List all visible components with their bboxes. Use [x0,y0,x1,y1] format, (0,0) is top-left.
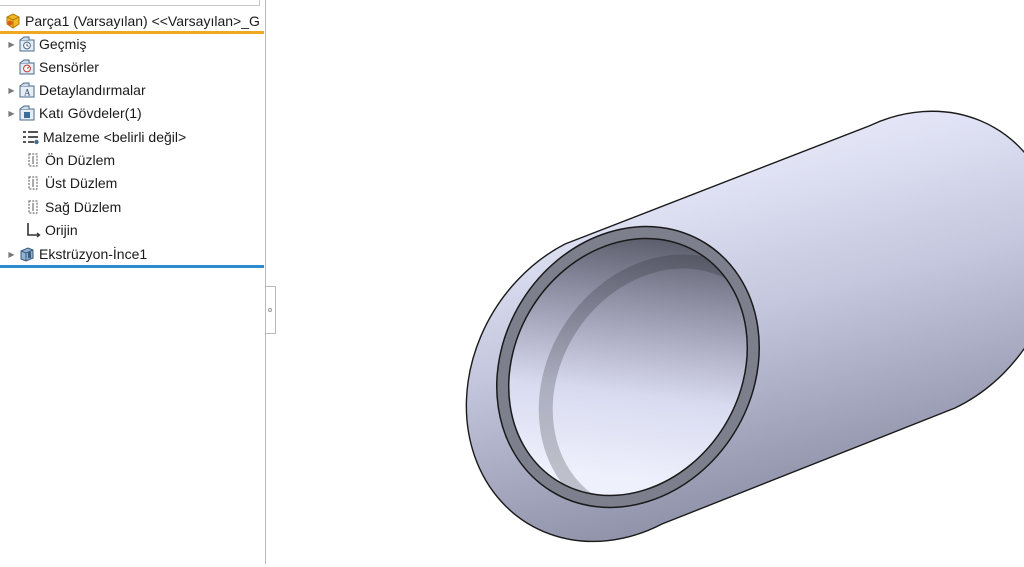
expand-arrow-icon[interactable]: ▶ [5,33,18,55]
tree-item-solid-bodies[interactable]: ▶ Katı Gövdeler(1) [0,102,264,124]
tree-item-label: Katı Gövdeler(1) [39,105,142,121]
tree-item-label: Orijin [45,222,78,238]
plane-icon [24,174,42,192]
svg-text:A: A [24,88,31,98]
feature-manager-tree: Parça1 (Varsayılan) <<Varsayılan>_G ▶ Ge… [0,0,266,564]
tree-item-label: Üst Düzlem [45,175,118,191]
expand-arrow-icon[interactable]: ▶ [5,79,18,101]
tree-item-history[interactable]: ▶ Geçmiş [0,33,264,55]
extrude-feature-icon [18,245,36,263]
tree-item-annotations[interactable]: ▶ A Detaylandırmalar [0,79,264,101]
expand-arrow-icon[interactable]: ▶ [5,243,18,265]
tree-item-front-plane[interactable]: Ön Düzlem [0,149,264,171]
thin-walled-tube-icon [465,110,1024,543]
plane-icon [24,151,42,169]
tree-item-sensors[interactable]: Sensörler [0,56,264,78]
plane-icon [24,198,42,216]
tree-item-top-plane[interactable]: Üst Düzlem [0,172,264,194]
tree-item-right-plane[interactable]: Sağ Düzlem [0,196,264,218]
history-icon [18,35,36,53]
tree-item-label: Ekstrüzyon-İnce1 [39,246,148,262]
tree-item-material[interactable]: Malzeme <belirli değil> [0,126,264,148]
tree-item-label: Geçmiş [39,36,87,52]
sensors-icon [18,58,36,76]
tree-filter-input[interactable] [0,0,260,6]
tree-item-label: Sensörler [39,59,99,75]
material-icon [22,128,40,146]
part-root-label: Parça1 (Varsayılan) <<Varsayılan>_G [25,12,260,29]
tree-item-label: Malzeme <belirli değil> [43,129,187,145]
tree-item-label: Ön Düzlem [45,152,116,168]
annotations-icon: A [18,81,36,99]
tree-item-extrude-thin[interactable]: ▶ Ekstrüzyon-İnce1 [0,243,264,265]
solid-bodies-icon [18,104,36,122]
origin-icon [24,221,42,239]
tree-item-label: Sağ Düzlem [45,199,122,215]
rollback-bar[interactable] [0,265,264,268]
graphics-area[interactable] [267,0,1024,564]
part-icon [4,12,22,30]
expand-arrow-icon[interactable]: ▶ [5,102,18,124]
tree-item-label: Detaylandırmalar [39,82,146,98]
part-root-node[interactable]: Parça1 (Varsayılan) <<Varsayılan>_G [0,9,264,32]
tree-item-origin[interactable]: Orijin [0,219,264,241]
